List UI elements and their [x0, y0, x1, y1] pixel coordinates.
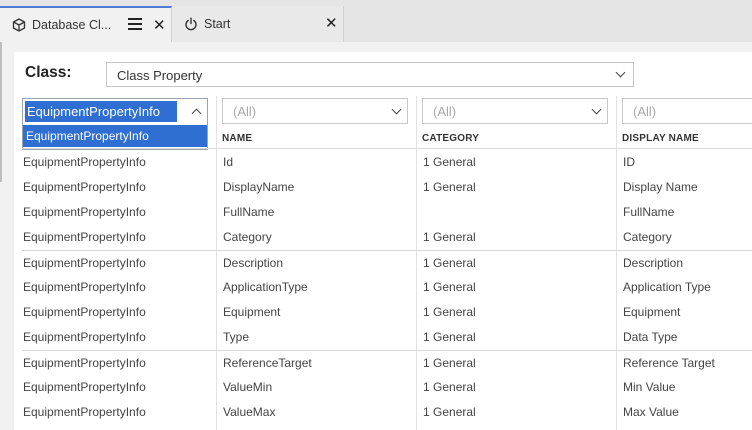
- close-icon[interactable]: ✕: [153, 18, 166, 33]
- owner-cell: EquipmentPropertyInfo: [23, 230, 146, 244]
- main-panel: Class: Class Property EquipmentPropertyI…: [14, 52, 752, 430]
- display-name-cell: Data Type: [623, 330, 678, 344]
- owner-cell: EquipmentPropertyInfo: [23, 380, 146, 394]
- close-icon[interactable]: ✕: [325, 16, 338, 31]
- name-cell: Type: [223, 330, 250, 344]
- table-row[interactable]: EquipmentPropertyInfo Type 1 General Dat…: [22, 325, 752, 350]
- name-cell: DisplayName: [223, 180, 295, 194]
- display-name-filter[interactable]: (All): [622, 98, 752, 124]
- name-cell: ValueMax: [223, 405, 276, 419]
- table-row[interactable]: EquipmentPropertyInfo Equipment 1 Genera…: [22, 300, 752, 325]
- property-grid: EquipmentPropertyInfo EquipmentPropertyI…: [22, 96, 752, 430]
- name-cell: Category: [223, 230, 272, 244]
- owner-cell: EquipmentPropertyInfo: [23, 330, 146, 344]
- display-name-cell: Reference Target: [623, 356, 715, 370]
- hamburger-menu-icon[interactable]: [128, 18, 142, 30]
- category-cell: 1 General: [423, 280, 476, 294]
- display-name-cell: Min Value: [623, 380, 676, 394]
- table-row[interactable]: EquipmentPropertyInfo FullName FullName: [22, 200, 752, 225]
- category-cell: 1 General: [423, 180, 476, 194]
- table-row[interactable]: EquipmentPropertyInfo DisplayName 1 Gene…: [22, 175, 752, 200]
- category-cell: 1 General: [423, 405, 476, 419]
- column-header-display-name[interactable]: DISPLAY NAME: [622, 133, 699, 144]
- display-name-cell: Equipment: [623, 305, 681, 319]
- display-name-cell: FullName: [623, 205, 675, 219]
- chevron-down-icon: [391, 104, 402, 115]
- category-cell: 1 General: [423, 305, 476, 319]
- owner-filter-dropdown[interactable]: EquipmentPropertyInfo EquipmentPropertyI…: [22, 98, 208, 150]
- owner-cell: EquipmentPropertyInfo: [23, 155, 146, 169]
- display-name-cell: Display Name: [623, 180, 698, 194]
- table-row[interactable]: EquipmentPropertyInfo Id 1 General ID: [22, 150, 752, 175]
- owner-cell: EquipmentPropertyInfo: [23, 405, 146, 419]
- left-edge: [0, 42, 2, 182]
- class-label: Class:: [25, 64, 72, 81]
- class-select-value: Class Property: [117, 68, 203, 83]
- cube-icon: [12, 18, 26, 32]
- display-name-filter-placeholder: (All): [633, 104, 657, 119]
- display-name-cell: Application Type: [623, 280, 711, 294]
- owner-cell: EquipmentPropertyInfo: [23, 205, 146, 219]
- class-select[interactable]: Class Property: [106, 62, 634, 87]
- owner-cell: EquipmentPropertyInfo: [23, 280, 146, 294]
- name-cell: FullName: [223, 205, 275, 219]
- name-cell: ApplicationType: [223, 280, 308, 294]
- category-filter-placeholder: (All): [433, 104, 457, 119]
- display-name-cell: Description: [623, 256, 684, 270]
- owner-filter-input[interactable]: EquipmentPropertyInfo: [25, 101, 177, 122]
- category-cell: 1 General: [423, 230, 476, 244]
- owner-filter-option[interactable]: EquipmentPropertyInfo: [23, 125, 207, 147]
- name-cell: Description: [223, 256, 284, 270]
- name-filter-placeholder: (All): [233, 104, 257, 119]
- owner-cell: EquipmentPropertyInfo: [23, 180, 146, 194]
- category-cell: 1 General: [423, 330, 476, 344]
- display-name-cell: Max Value: [623, 405, 679, 419]
- column-header-category[interactable]: CATEGORY: [422, 133, 479, 144]
- chevron-up-icon[interactable]: [191, 108, 202, 119]
- category-cell: 1 General: [423, 256, 476, 270]
- category-cell: 1 General: [423, 356, 476, 370]
- chevron-down-icon: [591, 104, 602, 115]
- tab-database-class[interactable]: Database Cl... ✕: [0, 6, 172, 42]
- category-cell: 1 General: [423, 380, 476, 394]
- display-name-cell: ID: [623, 155, 635, 169]
- category-filter[interactable]: (All): [422, 98, 608, 124]
- tab-start[interactable]: Start ✕: [172, 6, 344, 42]
- category-cell: 1 General: [423, 155, 476, 169]
- tab-label: Start: [204, 17, 231, 31]
- tab-bar: Database Cl... ✕ Start ✕: [0, 0, 752, 42]
- name-filter[interactable]: (All): [222, 98, 408, 124]
- table-row[interactable]: EquipmentPropertyInfo ValueMin 1 General…: [22, 375, 752, 400]
- name-cell: Id: [223, 155, 234, 169]
- tab-label: Database Cl...: [32, 18, 112, 32]
- owner-cell: EquipmentPropertyInfo: [23, 356, 146, 370]
- column-header-name[interactable]: NAME: [222, 133, 252, 144]
- display-name-cell: Category: [623, 230, 672, 244]
- chevron-down-icon: [615, 67, 626, 78]
- name-cell: ValueMin: [223, 380, 273, 394]
- table-row[interactable]: EquipmentPropertyInfo Description 1 Gene…: [22, 250, 752, 275]
- table-row[interactable]: EquipmentPropertyInfo Category 1 General…: [22, 225, 752, 250]
- owner-cell: EquipmentPropertyInfo: [23, 305, 146, 319]
- table-row[interactable]: EquipmentPropertyInfo ValueMax 1 General…: [22, 400, 752, 425]
- table-row[interactable]: EquipmentPropertyInfo ApplicationType 1 …: [22, 275, 752, 300]
- name-cell: ReferenceTarget: [223, 356, 312, 370]
- header-divider: [22, 148, 752, 149]
- name-cell: Equipment: [223, 305, 281, 319]
- owner-cell: EquipmentPropertyInfo: [23, 256, 146, 270]
- power-icon: [184, 17, 198, 31]
- table-row[interactable]: EquipmentPropertyInfo ReferenceTarget 1 …: [22, 350, 752, 375]
